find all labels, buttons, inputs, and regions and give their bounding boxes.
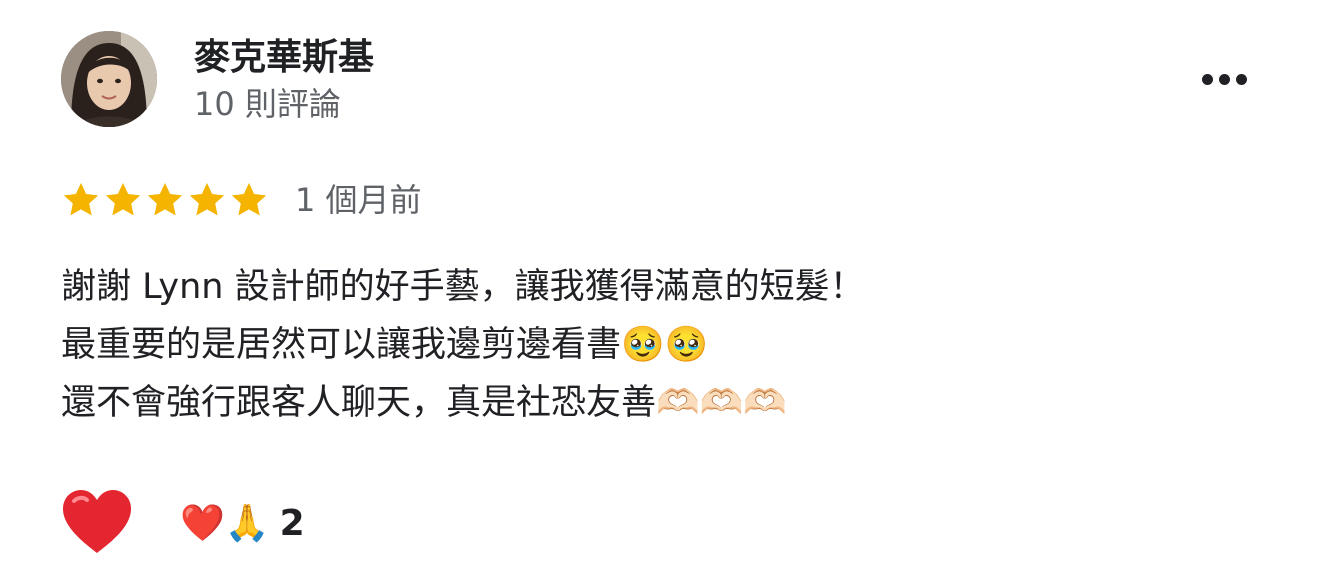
reaction-count: 2 — [279, 503, 305, 544]
review-time: 1 個月前 — [295, 181, 422, 219]
review-text: 謝謝 Lynn 設計師的好手藝，讓我獲得滿意的短髮！ 最重要的是居然可以讓我邊剪… — [61, 258, 1261, 432]
star-icon — [189, 183, 225, 216]
more-options-button[interactable] — [1192, 62, 1256, 96]
reactions-summary[interactable]: ❤️🙏 2 — [180, 500, 305, 548]
review-text-line: 謝謝 Lynn 設計師的好手藝，讓我獲得滿意的短髮！ — [61, 267, 865, 307]
like-button[interactable] — [60, 487, 134, 557]
review-card: 麥克華斯基 10 則評論 1 個月前 謝謝 Lynn 設計師的好手藝，讓我獲得滿… — [0, 0, 1320, 580]
review-text-line: 還不會強行跟客人聊天，真是社恐友善🫶🏻🫶🏻🫶🏻 — [61, 383, 787, 423]
heart-icon — [63, 490, 131, 553]
more-vert-dots-icon — [1201, 73, 1213, 85]
star-icon — [147, 183, 183, 216]
review-text-line: 最重要的是居然可以讓我邊剪邊看書🥹🥹 — [61, 325, 709, 365]
star-icon — [231, 183, 267, 216]
more-vert-dots-icon — [1218, 73, 1230, 85]
avatar[interactable] — [61, 31, 157, 127]
star-rating: 1 個月前 — [61, 178, 422, 222]
reaction-emojis: ❤️🙏 — [180, 503, 270, 544]
star-rating-stars — [61, 180, 269, 220]
star-icon — [105, 183, 141, 216]
star-icon — [63, 183, 99, 216]
reviewer-name[interactable]: 麥克華斯基 — [194, 34, 374, 82]
reviewer-review-count: 10 則評論 — [194, 85, 341, 123]
more-vert-dots-icon — [1235, 73, 1247, 85]
